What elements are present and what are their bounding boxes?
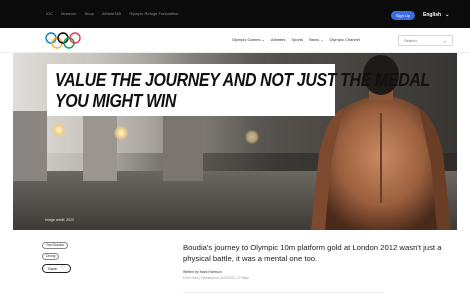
article-lead: Boudia's journey to Olympic 10m platform… <box>183 243 442 263</box>
utility-link-refuge-foundation[interactable]: Olympic Refuge Foundation <box>129 11 179 16</box>
image-credit: Image credit: 2020 <box>45 218 74 222</box>
wall-lamp <box>114 126 128 140</box>
headline-box: VALUE THE JOURNEY AND NOT JUST THE MEDAL… <box>47 64 430 116</box>
utility-link-athlete365[interactable]: Athlete365 <box>102 11 121 16</box>
nav-item-olympic-channel[interactable]: Olympic Channel <box>329 37 359 42</box>
background-pillar <box>163 111 203 181</box>
utility-link-shop[interactable]: Shop <box>84 11 93 16</box>
tag-athlete[interactable]: Tom Boudia <box>42 242 68 249</box>
utility-link-museum[interactable]: Museum <box>61 11 76 16</box>
utility-link-ioc[interactable]: IOC <box>46 11 53 16</box>
main-navigation: Olympic Games ⌄ Athletes Sports News ⌄ O… <box>0 28 470 53</box>
sign-up-button[interactable]: Sign Up <box>391 11 415 20</box>
nav-links: Olympic Games ⌄ Athletes Sports News ⌄ O… <box>232 37 360 42</box>
article-dateline: 6 min read | Published on 01/04/2021 | 2… <box>183 276 250 280</box>
background-pillar <box>83 111 117 181</box>
nav-item-sports[interactable]: Sports <box>291 37 303 42</box>
hero-image: VALUE THE JOURNEY AND NOT JUST THE MEDAL… <box>13 53 457 230</box>
utility-links: IOC Museum Shop Athlete365 Olympic Refug… <box>46 11 179 16</box>
divider <box>183 292 383 293</box>
save-button[interactable]: Save ♡ <box>42 264 71 273</box>
wall-lamp <box>52 123 66 137</box>
tag-sport[interactable]: Diving <box>42 253 60 260</box>
save-label: Save <box>48 266 58 271</box>
search-placeholder: Search <box>404 38 417 43</box>
nav-item-olympic-games[interactable]: Olympic Games ⌄ <box>232 37 265 42</box>
nav-item-news[interactable]: News ⌄ <box>309 37 323 42</box>
olympic-rings-logo[interactable] <box>44 32 84 50</box>
background-pillar <box>13 111 47 181</box>
language-selector[interactable]: English ⌄ <box>423 11 449 20</box>
chevron-down-icon: ⌄ <box>445 12 450 18</box>
article-headline: VALUE THE JOURNEY AND NOT JUST THE MEDAL… <box>55 69 430 111</box>
search-input[interactable]: Search ⌕ <box>398 35 453 46</box>
nav-item-athletes[interactable]: Athletes <box>271 37 285 42</box>
language-label: English <box>423 12 442 18</box>
wall-lamp <box>245 130 259 144</box>
top-utility-bar: IOC Museum Shop Athlete365 Olympic Refug… <box>0 0 470 28</box>
search-icon[interactable]: ⌕ <box>444 37 446 46</box>
heart-icon: ♡ <box>60 265 65 271</box>
article-byline: Written by Mark Harrison <box>183 270 222 274</box>
